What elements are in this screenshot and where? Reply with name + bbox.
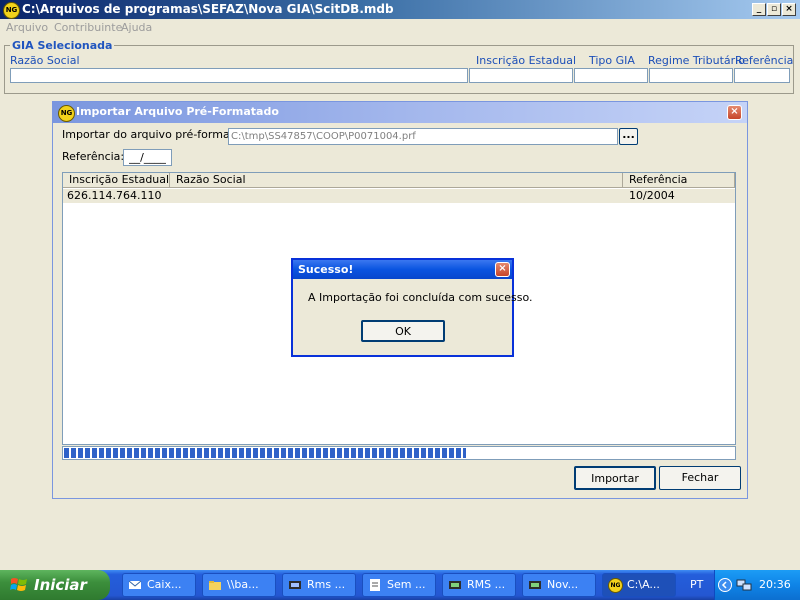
menu-arquivo[interactable]: Arquivo — [6, 21, 48, 34]
rms-app-icon — [289, 581, 301, 589]
inscricao-label: Inscrição Estadual — [476, 54, 577, 67]
rms-app-icon — [529, 581, 541, 589]
message-box-close-button[interactable]: × — [495, 262, 510, 277]
import-dialog-title: Importar Arquivo Pré-Formatado — [76, 105, 279, 118]
col-referencia[interactable]: Referência — [623, 173, 735, 188]
dialog-app-icon-text: NG — [60, 109, 73, 117]
ng-app-icon-text: NG — [610, 582, 621, 589]
clock: 20:36 — [759, 578, 791, 591]
import-button[interactable]: Importar — [574, 466, 656, 490]
task-label: Rms ... — [307, 578, 346, 591]
language-indicator[interactable]: PT — [690, 578, 703, 591]
tipo-gia-field — [574, 68, 648, 83]
razao-social-field — [10, 68, 468, 83]
row-inscricao: 626.114.764.110 — [67, 189, 162, 202]
col-razao-social[interactable]: Razão Social — [170, 173, 623, 188]
close-icon: × — [498, 263, 507, 274]
windows-logo-icon — [10, 578, 27, 591]
task-label: C:\A... — [627, 578, 660, 591]
fechar-button[interactable]: Fechar — [659, 466, 741, 490]
minimize-icon: _ — [756, 4, 762, 14]
col-inscricao[interactable]: Inscrição Estadual — [63, 173, 170, 188]
menu-ajuda[interactable]: Ajuda — [121, 21, 152, 34]
ref-label: Referência: — [62, 150, 125, 163]
menu-contribuinte[interactable]: Contribuinte — [54, 21, 122, 34]
ref-input[interactable]: __/____ — [123, 149, 172, 166]
message-box-title: Sucesso! — [298, 263, 354, 276]
gia-group-title: GIA Selecionada — [10, 39, 115, 52]
task-label: Caix... — [147, 578, 182, 591]
referencia-label: Referência — [735, 54, 794, 67]
referencia-field — [734, 68, 790, 83]
folder-icon — [209, 581, 221, 590]
show-hidden-icons-icon[interactable] — [718, 578, 732, 592]
ng-app-icon: NG — [608, 578, 623, 593]
menu-bar: Arquivo Contribuinte Ajuda — [0, 19, 800, 37]
network-icon[interactable] — [736, 578, 752, 592]
task-ba[interactable]: \\ba... — [202, 573, 276, 597]
row-referencia: 10/2004 — [629, 189, 675, 202]
notepad-icon — [370, 579, 380, 591]
import-dialog-close-button[interactable]: × — [727, 105, 742, 120]
razao-social-label: Razão Social — [10, 54, 80, 67]
task-rms[interactable]: Rms ... — [282, 573, 356, 597]
task-label: Sem ... — [387, 578, 426, 591]
app-icon-text: NG — [5, 6, 18, 14]
dialog-app-icon: NG — [58, 105, 75, 122]
close-icon: × — [730, 106, 739, 117]
task-nova-gia-active[interactable]: NG C:\A... — [602, 573, 676, 597]
minimize-button[interactable]: _ — [752, 3, 766, 16]
close-window-button[interactable]: × — [782, 3, 796, 16]
mail-icon — [128, 580, 142, 589]
task-label: Nov... — [547, 578, 579, 591]
app-icon: NG — [3, 2, 20, 19]
restore-icon: ▫ — [770, 4, 778, 14]
window-title: C:\Arquivos de programas\SEFAZ\Nova GIA\… — [22, 2, 394, 16]
task-label: RMS ... — [467, 578, 506, 591]
task-label: \\ba... — [227, 578, 259, 591]
close-icon: × — [785, 4, 793, 14]
progress-fill — [64, 448, 466, 458]
rms-app-icon — [449, 581, 461, 589]
browse-button[interactable]: ... — [619, 128, 638, 145]
inscricao-field — [469, 68, 573, 83]
regime-field — [649, 68, 733, 83]
message-text: A Importação foi concluída com sucesso. — [308, 291, 533, 304]
task-nov[interactable]: Nov... — [522, 573, 596, 597]
regime-label: Regime Tributário — [648, 54, 745, 67]
file-path-input[interactable]: C:\tmp\SS47857\COOP\P0071004.prf — [228, 128, 618, 145]
tipo-gia-label: Tipo GIA — [589, 54, 635, 67]
task-caixa[interactable]: Caix... — [122, 573, 196, 597]
restore-button[interactable]: ▫ — [767, 3, 781, 16]
task-rms-2[interactable]: RMS ... — [442, 573, 516, 597]
task-sem[interactable]: Sem ... — [362, 573, 436, 597]
ok-button[interactable]: OK — [361, 320, 445, 342]
